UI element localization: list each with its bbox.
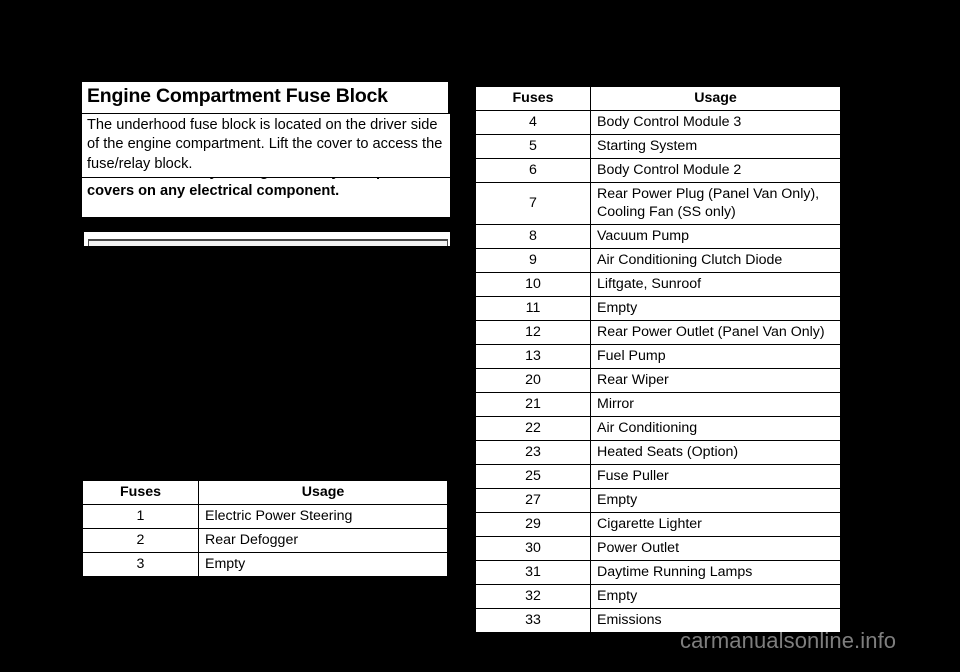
cell-fuse-usage: Liftgate, Sunroof: [590, 272, 841, 297]
table-header-row: Fuses Usage: [475, 86, 841, 111]
cell-fuse-usage: Vacuum Pump: [590, 224, 841, 249]
cell-fuse-usage: Empty: [590, 584, 841, 609]
table-row: 9 Air Conditioning Clutch Diode: [475, 248, 841, 273]
left-column: Engine Compartment Fuse Block The underh…: [82, 82, 450, 246]
cell-fuse-usage: Fuel Pump: [590, 344, 841, 369]
table-row: 2 Rear Defogger: [82, 528, 448, 553]
cell-fuse-number: 4: [475, 110, 591, 135]
cell-fuse-usage: Empty: [590, 488, 841, 513]
column-header-usage: Usage: [198, 480, 448, 505]
cell-fuse-usage: Body Control Module 3: [590, 110, 841, 135]
cell-fuse-usage: Rear Power Outlet (Panel Van Only): [590, 320, 841, 345]
page-title: Engine Compartment Fuse Block: [87, 85, 388, 107]
right-fuse-table-container: Fuses Usage 4 Body Control Module 3 5 Start…: [475, 86, 841, 633]
fuse-table-right: Fuses Usage 4 Body Control Module 3 5 Start…: [475, 86, 841, 633]
cell-fuse-number: 11: [475, 296, 591, 321]
intro-paragraph-box: The underhood fuse block is located on t…: [82, 114, 450, 177]
table-row: 31 Daytime Running Lamps: [475, 560, 841, 585]
cell-fuse-number: 25: [475, 464, 591, 489]
cell-fuse-usage: Starting System: [590, 134, 841, 159]
cell-fuse-number: 30: [475, 536, 591, 561]
cell-fuse-number: 3: [82, 552, 199, 577]
right-fuse-table-body: 4 Body Control Module 3 5 Starting System 6 B…: [475, 110, 841, 633]
table-row: 7 Rear Power Plug (Panel Van Only), Cooli…: [475, 182, 841, 225]
table-row: 3 Empty: [82, 552, 448, 577]
column-header-fuses: Fuses: [82, 480, 199, 505]
fuse-table-left: Fuses Usage 1 Electric Power Steering 2 Rea…: [82, 480, 448, 577]
site-watermark: carmanualsonline.info: [680, 628, 897, 653]
cell-fuse-usage: Heated Seats (Option): [590, 440, 841, 465]
table-row: 27 Empty: [475, 488, 841, 513]
cell-fuse-usage: Air Conditioning Clutch Diode: [590, 248, 841, 273]
cell-fuse-number: 12: [475, 320, 591, 345]
cell-fuse-number: 23: [475, 440, 591, 465]
cell-fuse-number: 31: [475, 560, 591, 585]
table-row: 22 Air Conditioning: [475, 416, 841, 441]
cell-fuse-usage: Fuse Puller: [590, 464, 841, 489]
cell-fuse-usage: Mirror: [590, 392, 841, 417]
cell-fuse-usage: Empty: [198, 552, 448, 577]
caution-notice-box: on the vehicle may damage it. Always kee…: [82, 178, 450, 217]
cell-fuse-usage: Air Conditioning: [590, 416, 841, 441]
table-row: 11 Empty: [475, 296, 841, 321]
cell-fuse-number: 20: [475, 368, 591, 393]
cell-fuse-usage: Power Outlet: [590, 536, 841, 561]
cell-fuse-usage: Empty: [590, 296, 841, 321]
table-row: 21 Mirror: [475, 392, 841, 417]
cell-fuse-number: 6: [475, 158, 591, 183]
column-header-usage: Usage: [590, 86, 841, 111]
table-row: 5 Starting System: [475, 134, 841, 159]
table-row: 1 Electric Power Steering: [82, 504, 448, 529]
cell-fuse-number: 5: [475, 134, 591, 159]
cell-fuse-number: 29: [475, 512, 591, 537]
cell-fuse-number: 33: [475, 608, 591, 633]
table-row: 4 Body Control Module 3: [475, 110, 841, 135]
table-row: 29 Cigarette Lighter: [475, 512, 841, 537]
table-row: 6 Body Control Module 2: [475, 158, 841, 183]
section-title-box: Engine Compartment Fuse Block: [82, 82, 448, 116]
table-row: 12 Rear Power Outlet (Panel Van Only): [475, 320, 841, 345]
illustration-frame: [88, 239, 448, 246]
cell-fuse-usage: Body Control Module 2: [590, 158, 841, 183]
table-header-row: Fuses Usage: [82, 480, 448, 505]
table-row: 8 Vacuum Pump: [475, 224, 841, 249]
left-fuse-table-body: 1 Electric Power Steering 2 Rear Defogger 3 E…: [82, 504, 448, 577]
cell-fuse-number: 27: [475, 488, 591, 513]
cell-fuse-number: 32: [475, 584, 591, 609]
cell-fuse-number: 21: [475, 392, 591, 417]
cell-fuse-number: 2: [82, 528, 199, 553]
table-row: 23 Heated Seats (Option): [475, 440, 841, 465]
cell-fuse-usage: Cigarette Lighter: [590, 512, 841, 537]
cell-fuse-number: 8: [475, 224, 591, 249]
left-fuse-table-container: Fuses Usage 1 Electric Power Steering 2 Rea…: [82, 480, 448, 577]
cell-fuse-usage: Rear Power Plug (Panel Van Only), Coolin…: [590, 182, 841, 225]
cell-fuse-usage: Daytime Running Lamps: [590, 560, 841, 585]
cell-fuse-number: 22: [475, 416, 591, 441]
column-header-fuses: Fuses: [475, 86, 591, 111]
cell-fuse-number: 13: [475, 344, 591, 369]
cell-fuse-usage: Rear Defogger: [198, 528, 448, 553]
caution-notice-text: on the vehicle may damage it. Always kee…: [87, 178, 411, 200]
table-row: 25 Fuse Puller: [475, 464, 841, 489]
cell-fuse-usage: Rear Wiper: [590, 368, 841, 393]
cell-fuse-number: 10: [475, 272, 591, 297]
table-row: 20 Rear Wiper: [475, 368, 841, 393]
table-row: 30 Power Outlet: [475, 536, 841, 561]
manual-page: Engine Compartment Fuse Block The underh…: [0, 0, 960, 672]
table-row: 13 Fuel Pump: [475, 344, 841, 369]
cell-fuse-number: 9: [475, 248, 591, 273]
cell-fuse-number: 7: [475, 182, 591, 225]
intro-paragraph: The underhood fuse block is located on t…: [87, 117, 443, 172]
cell-fuse-number: 1: [82, 504, 199, 529]
table-row: 10 Liftgate, Sunroof: [475, 272, 841, 297]
caution-notice-inner: on the vehicle may damage it. Always kee…: [82, 178, 450, 205]
table-row: 32 Empty: [475, 584, 841, 609]
fuse-block-illustration: [82, 232, 450, 246]
cell-fuse-usage: Electric Power Steering: [198, 504, 448, 529]
